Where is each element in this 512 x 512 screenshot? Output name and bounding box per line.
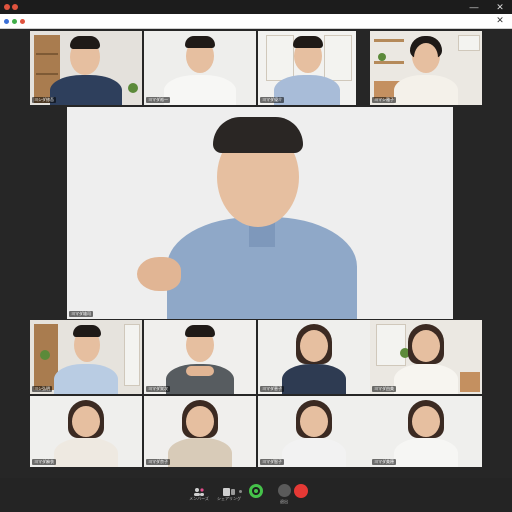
close-icon[interactable]: ✕ [494, 16, 506, 25]
participant-name: ヨマダ京子 [146, 459, 170, 465]
video-tile[interactable]: ヨマダ麻衣 [30, 396, 142, 467]
participant-name: ヨマダ優介 [260, 97, 284, 103]
camera-icon [277, 484, 291, 497]
title-bar: — ✕ [0, 0, 512, 14]
participant-name: ヨマダ恵子 [260, 386, 284, 392]
leave-label: 退出 [280, 499, 288, 504]
status-dot-red [20, 19, 25, 24]
participant-name: ヨシダ修吾 [32, 97, 56, 103]
participant-name: ヨマダ美穂 [372, 459, 396, 465]
video-tile[interactable]: ヨマダ美穂 [370, 396, 482, 467]
participant-name: ヨマシ雅子 [372, 97, 396, 103]
window-close-dot[interactable] [4, 4, 10, 10]
separator-dot [239, 490, 242, 493]
video-tile[interactable]: ヨマダ恵子 [258, 320, 370, 394]
people-icon [193, 484, 205, 496]
participant-name: ヨマダ雄司 [69, 311, 93, 317]
participant-name: ヨマダ智子 [260, 459, 284, 465]
status-strip: ✕ [0, 14, 512, 29]
participant-name: ヨマダ裕一 [146, 97, 170, 103]
participant-name: ヨマダ麻衣 [32, 459, 56, 465]
video-tile[interactable]: ヨマダ栄次 [144, 320, 256, 394]
participants-button[interactable]: メンバーズ [184, 484, 214, 501]
window-minimize-dot[interactable] [12, 4, 18, 10]
camera-button[interactable]: 退出 [276, 484, 292, 504]
participant-name: ヨシ弘明 [32, 386, 52, 392]
meeting-toolbar: メンバーズ シェアリング 退出 [0, 478, 512, 512]
video-tile[interactable]: ヨマシ雅子 [370, 31, 482, 105]
participants-label: メンバーズ [189, 496, 209, 501]
status-dot-blue [4, 19, 9, 24]
main-speaker-tile[interactable]: ヨマダ雄司 [67, 107, 453, 319]
video-tile[interactable]: ヨシダ修吾 [30, 31, 142, 105]
video-tile[interactable]: ヨマダ京子 [144, 396, 256, 467]
video-tile[interactable]: ヨマダ裕一 [144, 31, 256, 105]
participant-name: ヨマダ栄次 [146, 386, 170, 392]
status-dot-green [12, 19, 17, 24]
minimize-icon[interactable]: — [468, 3, 480, 12]
close-icon[interactable]: ✕ [494, 3, 506, 12]
video-tile[interactable]: ヨマダ由美 [370, 320, 482, 394]
microphone-button[interactable] [249, 484, 263, 498]
video-tile[interactable]: ヨマダ優介 [258, 31, 356, 105]
video-tile[interactable]: ヨマダ智子 [258, 396, 370, 467]
end-call-icon [294, 484, 308, 498]
share-label: シェアリング [217, 496, 241, 501]
participant-name: ヨマダ由美 [372, 386, 396, 392]
end-call-button[interactable] [294, 484, 308, 498]
video-tile[interactable]: ヨシ弘明 [30, 320, 142, 394]
share-screen-icon [223, 484, 235, 496]
